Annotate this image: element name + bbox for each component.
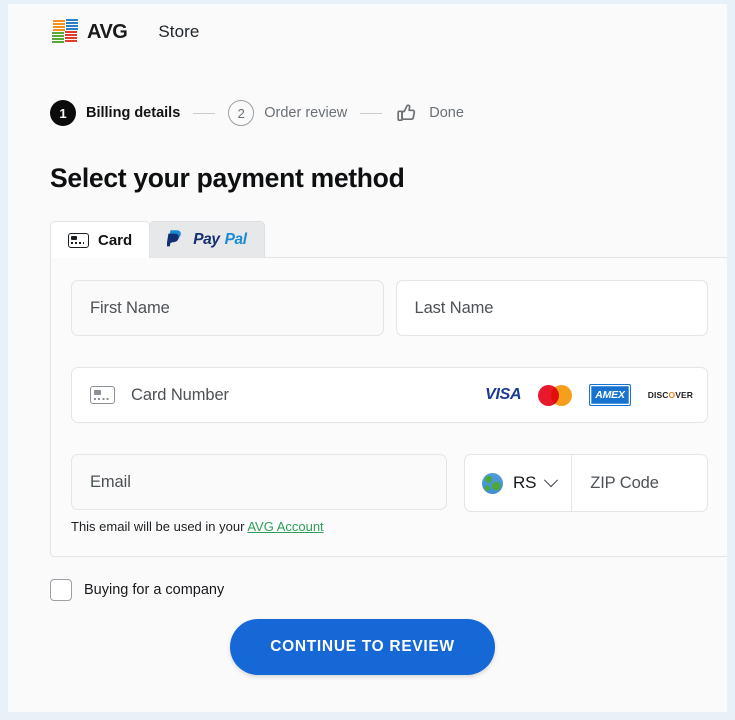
step-2-label: Order review bbox=[264, 105, 348, 121]
zip-placeholder: ZIP Code bbox=[590, 473, 659, 492]
cta-container: CONTINUE TO REVIEW bbox=[8, 619, 727, 675]
card-number-input[interactable]: Card Number VISA AMEX DISCOVER bbox=[71, 367, 708, 423]
first-name-input[interactable]: First Name bbox=[71, 280, 384, 336]
globe-icon bbox=[482, 472, 503, 494]
credit-card-icon bbox=[90, 386, 115, 404]
step-1-badge: 1 bbox=[50, 100, 76, 126]
amex-icon: AMEX bbox=[589, 384, 631, 406]
email-placeholder: Email bbox=[90, 472, 131, 491]
email-location-row: Email This email will be used in your AV… bbox=[71, 454, 708, 534]
email-note-text: This email will be used in your bbox=[71, 519, 248, 534]
country-code: RS bbox=[513, 473, 537, 492]
page-title: Select your payment method bbox=[50, 163, 405, 193]
buying-for-company-label: Buying for a company bbox=[84, 582, 225, 598]
site-header: AVG Store bbox=[8, 4, 727, 50]
payment-method-tabs: Card Pay Pal bbox=[8, 221, 727, 258]
thumbs-up-icon bbox=[395, 101, 419, 125]
email-column: Email This email will be used in your AV… bbox=[71, 454, 447, 534]
zip-code-input[interactable]: ZIP Code bbox=[572, 455, 707, 511]
paypal-logo-icon bbox=[166, 229, 184, 252]
last-name-input[interactable]: Last Name bbox=[395, 280, 708, 336]
step-3-label: Done bbox=[429, 105, 464, 121]
step-order-review[interactable]: 2 Order review bbox=[228, 100, 347, 126]
visa-icon: VISA bbox=[485, 386, 522, 403]
buying-for-company-row[interactable]: Buying for a company bbox=[8, 558, 727, 601]
discover-icon: DISCOVER bbox=[647, 390, 693, 400]
card-number-placeholder: Card Number bbox=[131, 385, 229, 404]
name-row: First Name Last Name bbox=[71, 280, 708, 336]
step-separator bbox=[360, 112, 383, 114]
mastercard-icon bbox=[538, 384, 573, 406]
tab-paypal[interactable]: Pay Pal bbox=[149, 221, 265, 258]
tab-card[interactable]: Card bbox=[50, 221, 151, 258]
avg-logo[interactable]: AVG bbox=[52, 19, 128, 45]
step-done[interactable]: Done bbox=[395, 101, 464, 125]
email-note: This email will be used in your AVG Acco… bbox=[71, 519, 447, 534]
avg-account-link[interactable]: AVG Account bbox=[247, 519, 323, 534]
country-zip-group: RS ZIP Code bbox=[464, 454, 708, 512]
continue-to-review-button[interactable]: CONTINUE TO REVIEW bbox=[230, 619, 495, 675]
checkout-stepper: 1 Billing details 2 Order review Done bbox=[8, 50, 727, 128]
step-separator bbox=[193, 112, 216, 114]
paypal-word-pay: Pay bbox=[193, 231, 220, 248]
credit-card-icon bbox=[68, 232, 89, 248]
buying-for-company-checkbox[interactable] bbox=[50, 579, 72, 601]
accepted-card-brands: VISA AMEX DISCOVER bbox=[485, 384, 693, 406]
page-viewport: AVG Store 1 Billing details 2 Order revi… bbox=[8, 4, 727, 712]
avg-pinwheel-logo-icon bbox=[52, 19, 80, 45]
step-billing-details[interactable]: 1 Billing details bbox=[50, 100, 180, 126]
country-select[interactable]: RS bbox=[465, 455, 573, 511]
brand-name: AVG bbox=[87, 20, 128, 43]
first-name-placeholder: First Name bbox=[90, 298, 170, 317]
store-label: Store bbox=[158, 22, 200, 41]
card-payment-form: First Name Last Name Card Number VISA AM… bbox=[50, 257, 727, 557]
tab-paypal-label: Pay Pal bbox=[193, 231, 247, 249]
paypal-word-pal: Pal bbox=[224, 231, 247, 248]
tab-card-label: Card bbox=[98, 231, 133, 249]
chevron-down-icon bbox=[544, 473, 559, 488]
email-input[interactable]: Email bbox=[71, 454, 447, 510]
step-1-label: Billing details bbox=[86, 105, 181, 121]
last-name-placeholder: Last Name bbox=[414, 298, 494, 317]
step-2-badge: 2 bbox=[228, 100, 255, 126]
